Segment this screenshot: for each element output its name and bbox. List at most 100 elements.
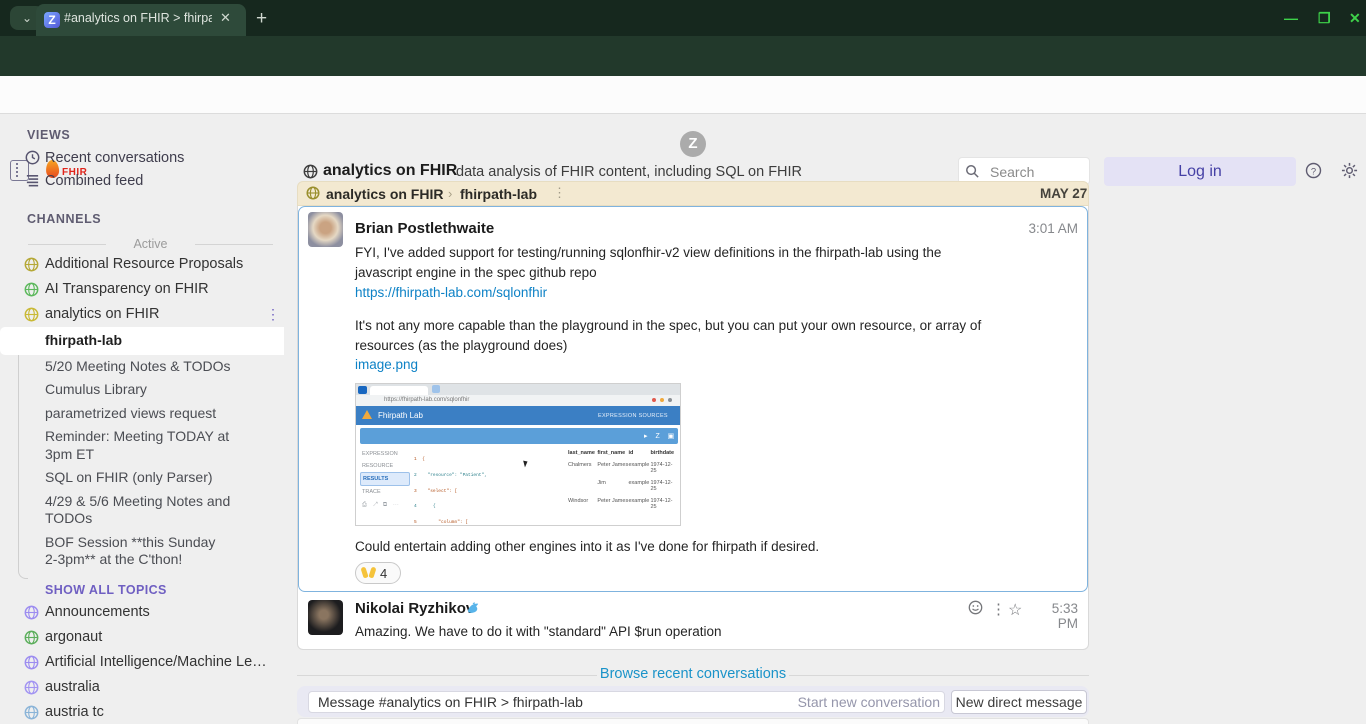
globe-icon xyxy=(24,307,39,322)
browse-recent-conversations-link[interactable]: Browse recent conversations xyxy=(297,666,1089,682)
flask-icon xyxy=(362,410,372,419)
mini-toolbar xyxy=(360,428,678,444)
sidebar-channel-additional-resource-proposals[interactable]: Additional Resource Proposals xyxy=(45,256,243,272)
sidebar-channel-analytics-on-fhir[interactable]: analytics on FHIR xyxy=(45,306,159,322)
sidebar-item-recent-conversations[interactable]: Recent conversations xyxy=(45,150,184,166)
app-header: FHIR analytics on FHIR data analysis of … xyxy=(0,76,1366,114)
channels-section-label: CHANNELS xyxy=(27,212,101,226)
bottom-strip xyxy=(297,718,1089,724)
active-channels-divider: Active xyxy=(28,237,273,251)
browser-toolbar: ← → ⟳ chat.fhir.org/#narrow/channel/1792… xyxy=(0,36,1366,76)
channel-globe-icon xyxy=(303,164,318,179)
show-all-topics-link[interactable]: SHOW ALL TOPICS xyxy=(45,583,167,597)
reaction-pill[interactable]: 4 xyxy=(355,562,401,584)
mini-nav-item: RESOURCE xyxy=(360,460,410,472)
sidebar-channel-announcements[interactable]: Announcements xyxy=(45,604,150,620)
mini-tab-chip xyxy=(358,386,367,394)
sidebar-channel-austria-tc[interactable]: austria tc xyxy=(45,704,104,720)
globe-icon xyxy=(24,630,39,645)
globe-icon xyxy=(306,186,320,200)
sidebar-channel-australia[interactable]: australia xyxy=(45,679,100,695)
message-paragraph: Could entertain adding other engines int… xyxy=(355,537,995,557)
recipient-channel[interactable]: analytics on FHIR xyxy=(326,186,443,202)
globe-icon xyxy=(24,655,39,670)
gear-icon[interactable] xyxy=(1341,162,1358,179)
new-direct-message-button[interactable]: New direct message xyxy=(951,690,1087,714)
raised-hands-emoji xyxy=(362,567,376,580)
mini-nav-item: TRACE xyxy=(360,486,410,498)
mini-icon-dot xyxy=(652,398,656,402)
zulip-favicon: Z xyxy=(44,12,60,28)
recipient-date: MAY 27 xyxy=(1040,186,1087,201)
topic-item[interactable]: SQL on FHIR (only Parser) xyxy=(0,466,260,490)
sender-name[interactable]: Brian Postlethwaite xyxy=(355,220,494,237)
sidebar-item-combined-feed[interactable]: Combined feed xyxy=(45,173,143,189)
topic-item[interactable]: parametrized views request xyxy=(0,402,260,426)
sidebar-channel-ai-transparency[interactable]: AI Transparency on FHIR xyxy=(45,281,209,297)
message-timestamp[interactable]: 3:01 AM xyxy=(1028,221,1078,236)
mini-toolbar-icons: ▸ Z ▣ xyxy=(644,432,677,440)
sidebar-channel-argonaut[interactable]: argonaut xyxy=(45,629,102,645)
topic-item-fhirpath-lab[interactable]: fhirpath-lab xyxy=(0,327,284,355)
globe-icon xyxy=(24,680,39,695)
topic-item[interactable]: BOF Session **this Sunday 2-3pm** at the… xyxy=(0,531,240,572)
tab-title: #analytics on FHIR > fhirpath-lab xyxy=(64,11,212,27)
mini-results-table: last_name first_name id birthdate Chalme… xyxy=(568,450,678,516)
combined-feed-icon xyxy=(25,173,40,188)
topic-item[interactable]: Reminder: Meeting TODAY at 3pm ET xyxy=(0,425,262,466)
tab-close-icon[interactable]: ✕ xyxy=(220,10,231,26)
mini-header-right: EXPRESSION SOURCES xyxy=(598,413,668,419)
sender-name[interactable]: Nikolai Ryzhikov xyxy=(355,600,474,617)
message-timestamp[interactable]: 5:33 PM xyxy=(1028,601,1078,631)
window-maximize-button[interactable]: ❐ xyxy=(1318,10,1331,27)
attachment-link[interactable]: image.png xyxy=(355,357,418,372)
message-link[interactable]: https://fhirpath-lab.com/sqlonfhir xyxy=(355,285,547,300)
message-text: Amazing. We have to do it with "standard… xyxy=(355,622,995,642)
new-tab-button[interactable]: + xyxy=(256,8,267,30)
compose-placeholder: Message #analytics on FHIR > fhirpath-la… xyxy=(318,694,583,710)
mini-app-title: Fhirpath Lab xyxy=(378,411,423,420)
topic-item[interactable]: 5/20 Meeting Notes & TODOs xyxy=(0,355,260,379)
message-actions-kebab-icon[interactable]: ⋮ xyxy=(991,600,1006,618)
avatar[interactable] xyxy=(308,212,343,247)
views-section-label: VIEWS xyxy=(27,128,70,142)
recent-conversations-icon xyxy=(25,150,40,165)
avatar[interactable] xyxy=(308,600,343,635)
mini-newtab xyxy=(432,385,440,393)
window-close-button[interactable]: ✕ xyxy=(1349,10,1361,27)
mini-code-editor: 1 { 2 "resource": "Patient", 3 "select":… xyxy=(414,447,564,526)
help-icon[interactable]: ? xyxy=(1305,162,1322,179)
svg-text:?: ? xyxy=(1311,166,1316,177)
browser-window: ⌄ Z #analytics on FHIR > fhirpath-lab ✕ … xyxy=(0,0,1366,724)
mini-icon-dot xyxy=(668,398,672,402)
message-paragraph: It's not any more capable than the playg… xyxy=(355,316,995,356)
zulip-loading-logo: Z xyxy=(680,131,706,157)
mini-url: https://fhirpath-lab.com/sqlonfhir xyxy=(384,397,469,403)
image-preview[interactable]: https://fhirpath-lab.com/sqlonfhir Fhirp… xyxy=(355,383,681,526)
dolphin-emoji xyxy=(466,601,481,615)
search-icon xyxy=(965,164,980,179)
add-reaction-icon[interactable] xyxy=(968,600,983,615)
recipient-kebab-icon[interactable]: ⋮ xyxy=(553,185,566,201)
start-new-conversation-button[interactable]: Start new conversation xyxy=(770,694,940,710)
mini-icon-dot xyxy=(660,398,664,402)
mini-nav-icons: ⎙ ↗ ⧉ ⋯ xyxy=(360,498,410,509)
globe-icon xyxy=(24,605,39,620)
mini-nav-column: EXPRESSION RESOURCE RESULTS TRACE ⎙ ↗ ⧉ … xyxy=(360,448,410,509)
channel-kebab-icon[interactable]: ⋮ xyxy=(266,306,280,323)
recipient-topic[interactable]: fhirpath-lab xyxy=(460,186,537,202)
browser-tab-strip: ⌄ Z #analytics on FHIR > fhirpath-lab ✕ … xyxy=(0,0,1366,36)
mini-nav-item-selected: RESULTS xyxy=(360,472,410,486)
topic-list: fhirpath-lab 5/20 Meeting Notes & TODOs … xyxy=(0,327,284,572)
window-minimize-button[interactable]: — xyxy=(1284,10,1298,26)
message-paragraph: FYI, I've added support for testing/runn… xyxy=(355,243,995,283)
page-title[interactable]: analytics on FHIR xyxy=(323,162,457,180)
topic-item[interactable]: Cumulus Library xyxy=(0,378,260,402)
login-button[interactable]: Log in xyxy=(1104,157,1296,186)
globe-icon xyxy=(24,705,39,720)
mini-nav-item: EXPRESSION xyxy=(360,448,410,460)
sidebar-channel-ai-ml[interactable]: Artificial Intelligence/Machine Le… xyxy=(45,654,267,670)
topic-item[interactable]: 4/29 & 5/6 Meeting Notes and TODOs xyxy=(0,490,245,531)
star-message-icon[interactable]: ☆ xyxy=(1008,600,1022,620)
search-placeholder: Search xyxy=(990,164,1034,180)
